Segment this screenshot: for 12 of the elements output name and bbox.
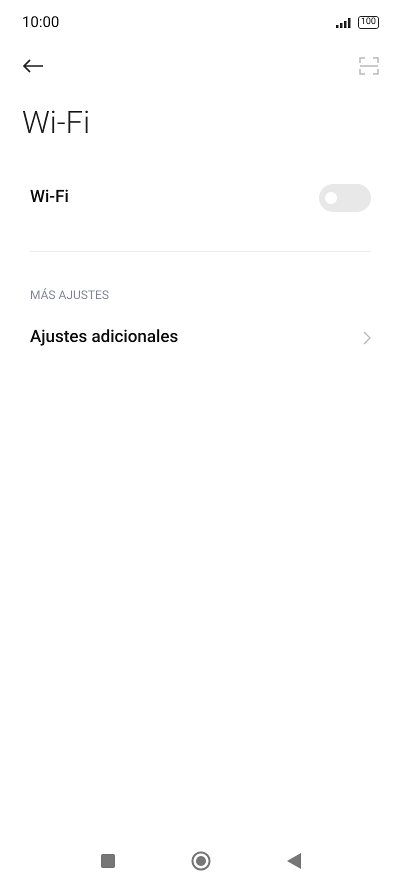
wifi-label: Wi-Fi [30,186,69,209]
back-arrow-icon[interactable] [22,59,44,73]
home-button[interactable] [190,851,210,871]
back-button[interactable] [286,853,300,869]
page-title: Wi-Fi [21,103,92,143]
status-time: 10:00 [22,12,60,33]
row-label: Ajustes adicionales [30,326,178,349]
battery-indicator: 100 [358,16,379,28]
chevron-icon [363,330,371,344]
recents-button[interactable] [100,854,114,868]
settings-row[interactable]: Ajustes adicionales [0,318,401,358]
section-header: MÁS AJUSTES [29,286,110,304]
